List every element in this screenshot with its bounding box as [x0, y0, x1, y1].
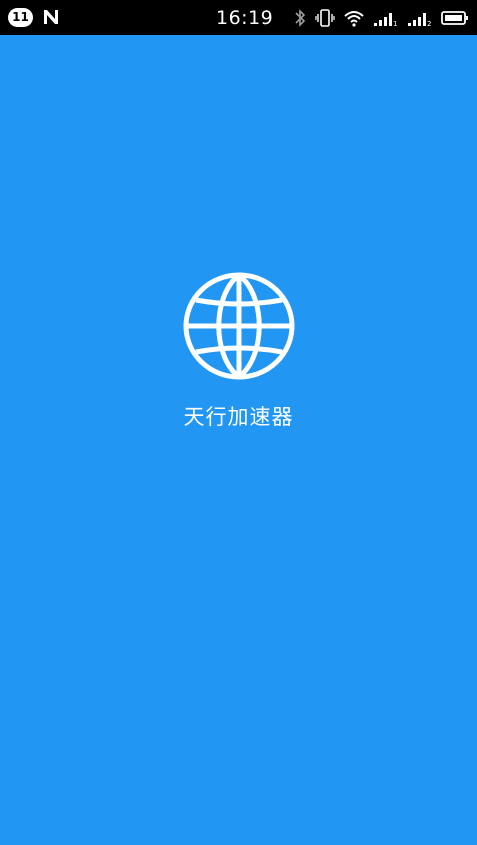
globe-icon — [183, 272, 295, 380]
svg-text:1: 1 — [393, 20, 397, 28]
status-bar: 11 16:19 1 2 — [0, 0, 477, 35]
signal-1-icon: 1 — [374, 13, 397, 28]
splash-screen: 天行加速器 — [0, 35, 477, 845]
status-bar-left: 11 — [8, 7, 61, 27]
signal-2-icon: 2 — [408, 13, 431, 28]
app-logo — [182, 271, 296, 381]
wifi-icon — [344, 11, 364, 27]
status-bar-time: 16:19 — [216, 7, 274, 29]
notification-count-badge: 11 — [8, 7, 33, 27]
status-bar-right: 1 2 — [293, 7, 469, 29]
n-logo-icon — [44, 10, 58, 24]
vibrate-icon — [315, 9, 335, 27]
app-name: 天行加速器 — [183, 405, 294, 429]
bluetooth-icon — [295, 9, 306, 27]
battery-icon — [441, 11, 468, 25]
svg-text:2: 2 — [427, 20, 431, 28]
